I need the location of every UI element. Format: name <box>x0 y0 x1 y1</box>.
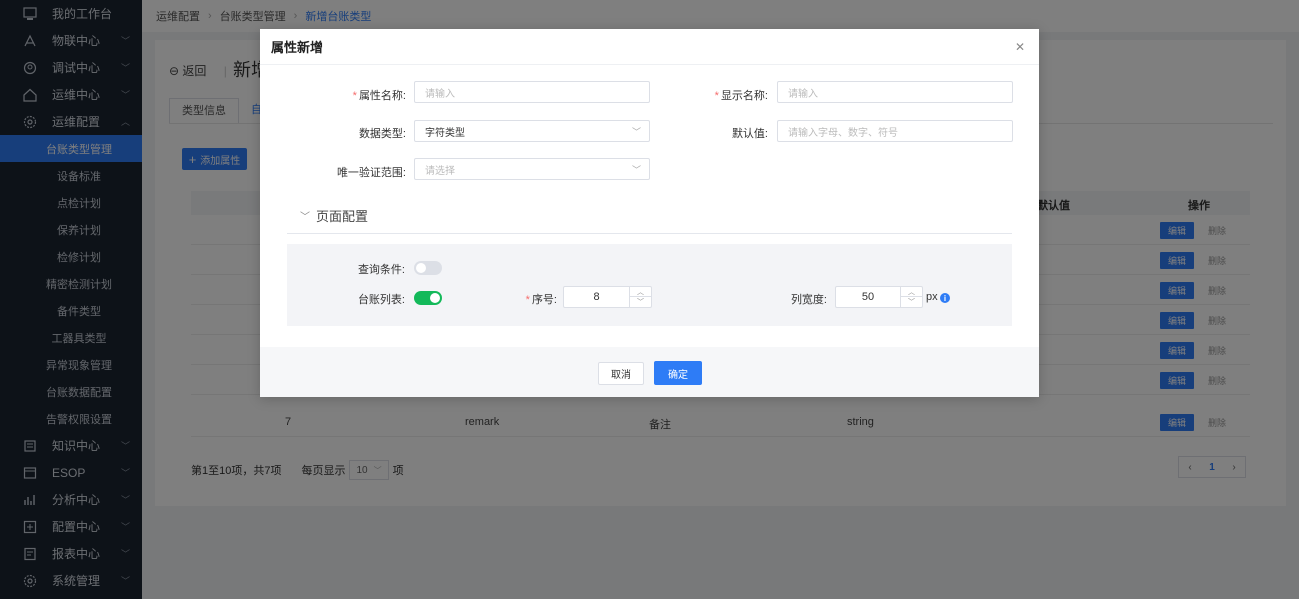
column-width-stepper[interactable]: 50 ︿ ﹀ <box>835 286 923 308</box>
chevron-down-icon: ﹀ <box>631 165 641 175</box>
decrement-icon[interactable]: ﹀ <box>630 297 651 307</box>
unique-scope-select[interactable]: 请选择 ﹀ <box>414 158 650 180</box>
column-width-unit: px <box>926 291 938 303</box>
ledger-list-label: 台账列表: <box>357 294 405 306</box>
chevron-down-icon: ﹀ <box>300 212 310 223</box>
page-config-section-toggle[interactable]: ﹀ 页面配置 <box>300 206 368 225</box>
page-config-panel: 查询条件: 台账列表: * 序号: 8 ︿ ﹀ 列宽度: 50 ︿ ﹀ px i <box>287 244 1012 326</box>
attribute-add-dialog: 属性新增 ✕ * 属性名称: 请输入 * 显示名称: 请输入 数据类型: 字符类型 … <box>260 29 1039 397</box>
required-mark: * <box>714 90 719 102</box>
close-icon[interactable]: ✕ <box>1015 40 1025 54</box>
info-icon[interactable]: i <box>940 293 950 303</box>
increment-icon[interactable]: ︿ <box>901 287 922 297</box>
switch-knob <box>416 263 426 273</box>
attr-name-input[interactable]: 请输入 <box>414 81 650 103</box>
display-name-label: * 显示名称: <box>680 87 768 103</box>
column-width-value: 50 <box>861 291 875 303</box>
increment-icon[interactable]: ︿ <box>630 287 651 297</box>
data-type-value: 字符类型 <box>425 127 465 139</box>
query-condition-switch[interactable] <box>414 261 442 275</box>
divider <box>287 233 1012 234</box>
dialog-header: 属性新增 <box>260 29 1039 65</box>
attr-name-label-text: 属性名称: <box>358 90 406 102</box>
order-label-text: 序号: <box>531 294 557 306</box>
column-width-label: 列宽度: <box>790 294 827 306</box>
order-stepper[interactable]: 8 ︿ ﹀ <box>563 286 652 308</box>
stepper-controls: ︿ ﹀ <box>629 287 651 307</box>
required-mark: * <box>352 90 357 102</box>
display-name-label-text: 显示名称: <box>720 90 768 102</box>
data-type-label: 数据类型: <box>358 128 406 140</box>
attr-name-label: * 属性名称: <box>320 87 406 103</box>
chevron-down-icon: ﹀ <box>631 127 641 137</box>
app-root: 我的工作台 物联中心 ﹀ 调试中心 ﹀ 运维中心 ﹀ <box>0 0 1299 599</box>
order-label: * 序号: <box>507 291 557 307</box>
switch-knob <box>430 293 440 303</box>
stepper-controls: ︿ ﹀ <box>900 287 922 307</box>
unique-scope-label: 唯一验证范围: <box>336 167 406 179</box>
default-value-label: 默认值: <box>731 128 768 140</box>
display-name-input[interactable]: 请输入 <box>777 81 1013 103</box>
dialog-title: 属性新增 <box>271 40 324 55</box>
confirm-button[interactable]: 确定 <box>654 361 702 385</box>
data-type-select[interactable]: 字符类型 ﹀ <box>414 120 650 142</box>
default-value-input[interactable]: 请输入字母、数字、符号 <box>777 120 1013 142</box>
section-title: 页面配置 <box>316 209 369 224</box>
decrement-icon[interactable]: ﹀ <box>901 297 922 307</box>
query-condition-label: 查询条件: <box>357 264 405 276</box>
dialog-footer: 取消 确定 <box>260 347 1039 397</box>
order-value: 8 <box>593 291 600 303</box>
unique-scope-placeholder: 请选择 <box>425 165 455 177</box>
cancel-button[interactable]: 取消 <box>598 362 644 385</box>
ledger-list-switch[interactable] <box>414 291 442 305</box>
required-mark: * <box>525 294 530 306</box>
